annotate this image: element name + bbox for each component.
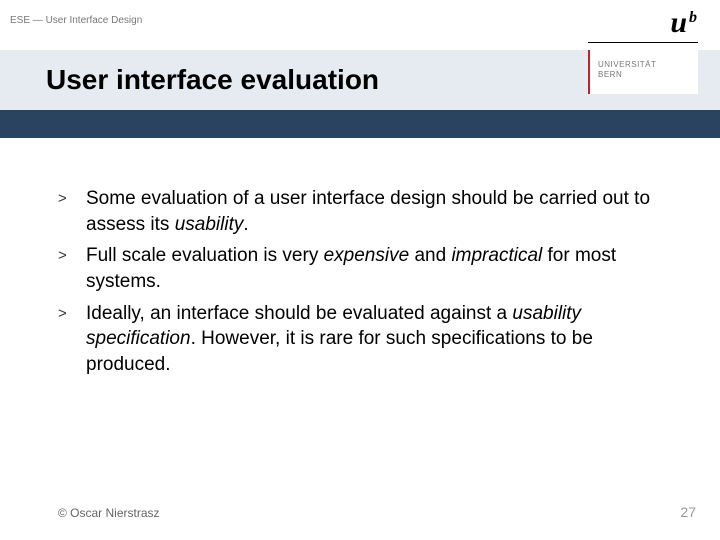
bullet-item: >Ideally, an interface should be evaluat… [58, 301, 670, 378]
bullet-item: >Some evaluation of a user interface des… [58, 186, 670, 237]
bullet-item: >Full scale evaluation is very expensive… [58, 243, 670, 294]
dark-band [0, 110, 720, 138]
bullet-text: Ideally, an interface should be evaluate… [86, 301, 670, 378]
slide-header: ESE — User Interface Design ub [0, 0, 720, 50]
copyright: © Oscar Nierstrasz [58, 506, 160, 520]
slide-content: >Some evaluation of a user interface des… [0, 138, 720, 377]
bullet-list: >Some evaluation of a user interface des… [58, 186, 670, 377]
slide-footer: © Oscar Nierstrasz 27 [0, 504, 720, 520]
bullet-text: Some evaluation of a user interface desi… [86, 186, 670, 237]
course-label: ESE — User Interface Design [10, 15, 142, 26]
university-logo: ub [588, 8, 698, 43]
page-number: 27 [680, 504, 696, 520]
university-name-box: UNIVERSITÄT BERN [588, 50, 698, 94]
university-name-line1: UNIVERSITÄT [598, 60, 698, 70]
bullet-marker: > [58, 186, 86, 209]
bullet-marker: > [58, 243, 86, 266]
university-name-line2: BERN [598, 70, 698, 80]
bullet-marker: > [58, 301, 86, 324]
bullet-text: Full scale evaluation is very expensive … [86, 243, 670, 294]
logo-divider [588, 42, 698, 43]
logo-u-icon: ub [588, 8, 698, 38]
